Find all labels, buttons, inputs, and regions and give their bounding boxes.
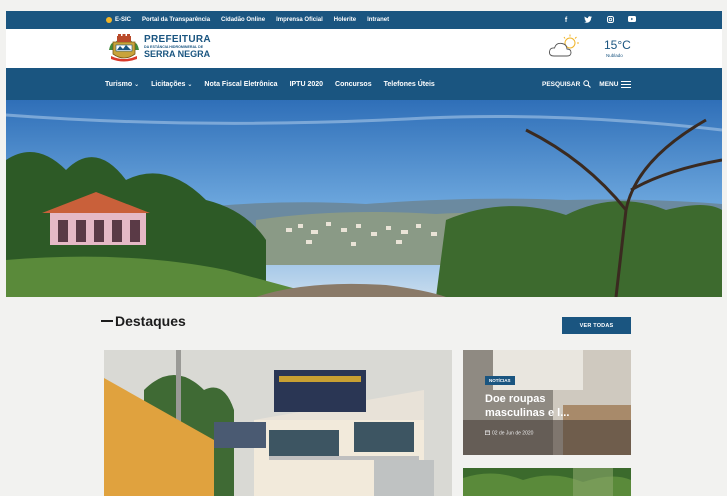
menu-button-label[interactable]: MENU <box>599 81 618 88</box>
chevron-down-icon: ⌄ <box>187 81 193 88</box>
nav-item-iptu[interactable]: IPTU 2020 <box>290 81 323 88</box>
news-card[interactable]: NOTÍCIAS Doe roupas masculinas e l... 02… <box>463 350 631 455</box>
city-crest-icon <box>107 32 141 62</box>
link-intranet[interactable]: Intranet <box>367 17 389 23</box>
chevron-down-icon: ⌄ <box>134 81 140 88</box>
search-button-label[interactable]: PESQUISAR <box>542 81 580 88</box>
main-navigation: Turismo ⌄ Licitações ⌄ Nota Fiscal Eletrôn… <box>6 68 722 100</box>
twitter-icon[interactable] <box>584 15 592 25</box>
search-icon[interactable] <box>583 75 592 93</box>
link-holerite[interactable]: Holerite <box>334 17 356 23</box>
nav-item-licitacoes[interactable]: Licitações ⌄ <box>151 81 192 88</box>
utility-links: E-SIC Portal da Transparência Cidadão On… <box>106 11 400 29</box>
top-utility-bar: E-SIC Portal da Transparência Cidadão On… <box>6 11 722 29</box>
logo-text: PREFEITURA DA ESTÂNCIA HIDROMINERAL DE S… <box>144 33 211 60</box>
nav-item-turismo[interactable]: Turismo ⌄ <box>105 81 139 88</box>
link-cidadao-online[interactable]: Cidadão Online <box>221 17 265 23</box>
weather-widget: 15°C Nublado <box>544 33 644 63</box>
category-badge[interactable]: NOTÍCIAS <box>485 376 515 385</box>
nav-items: Turismo ⌄ Licitações ⌄ Nota Fiscal Eletrôn… <box>105 68 447 100</box>
instagram-icon[interactable] <box>606 15 614 25</box>
weather-condition: Nublado <box>606 53 623 58</box>
hamburger-menu-icon[interactable] <box>621 75 632 93</box>
social-links: f <box>548 11 636 29</box>
hero-banner-image <box>6 100 722 297</box>
logo-line-city: SERRA NEGRA <box>144 49 211 60</box>
news-card-title[interactable]: Doe roupas masculinas e l... <box>485 392 605 421</box>
info-dot-icon <box>106 17 112 23</box>
link-portal-transparencia[interactable]: Portal da Transparência <box>142 17 210 23</box>
nav-item-nota-fiscal[interactable]: Nota Fiscal Eletrônica <box>204 81 277 88</box>
calendar-icon <box>485 430 491 436</box>
link-imprensa-oficial[interactable]: Imprensa Oficial <box>276 17 323 23</box>
facebook-icon[interactable]: f <box>562 17 570 24</box>
nav-actions: PESQUISAR MENU <box>542 68 639 100</box>
logo-line-prefeitura: PREFEITURA <box>144 33 211 45</box>
ver-todas-button[interactable]: VER TODAS <box>562 317 631 334</box>
site-header: PREFEITURA DA ESTÂNCIA HIDROMINERAL DE S… <box>6 29 722 68</box>
youtube-icon[interactable] <box>628 16 636 24</box>
section-title-destaques: Destaques <box>101 313 186 329</box>
featured-news-card[interactable] <box>104 350 452 496</box>
weather-temperature: 15°C <box>604 38 631 52</box>
title-dash <box>101 320 113 322</box>
nav-item-concursos[interactable]: Concursos <box>335 81 372 88</box>
news-card-date: 02 de Jun de 2020 <box>485 430 533 437</box>
link-esic[interactable]: E-SIC <box>106 17 131 23</box>
nav-item-telefones[interactable]: Telefones Úteis <box>384 81 435 88</box>
site-logo[interactable]: PREFEITURA DA ESTÂNCIA HIDROMINERAL DE S… <box>107 32 211 62</box>
cloudy-weather-icon <box>549 34 579 57</box>
news-card-2[interactable] <box>463 468 631 496</box>
